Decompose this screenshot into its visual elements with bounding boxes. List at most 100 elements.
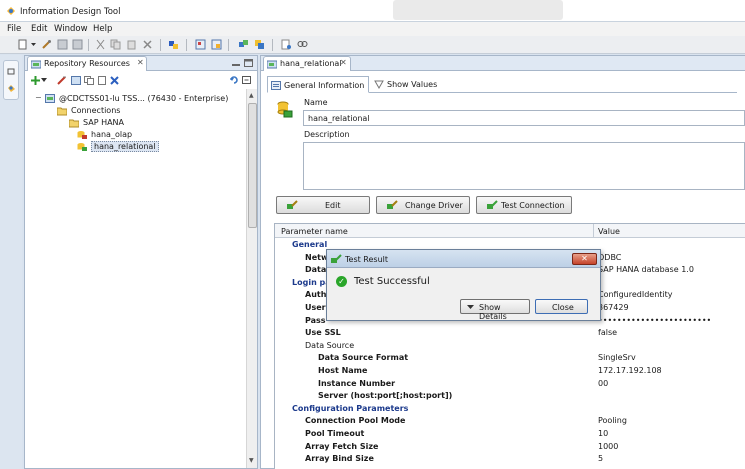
table-row[interactable]: Instance Number 00 (275, 378, 745, 390)
tab-repository-resources[interactable]: Repository Resources ✕ (27, 56, 147, 71)
repository-toolbar (25, 72, 257, 89)
refresh-icon[interactable] (229, 75, 239, 85)
publish-icon[interactable] (254, 39, 265, 50)
scroll-up-icon[interactable]: ▲ (249, 92, 254, 99)
parameter-value: SAP HANA database 1.0 (598, 265, 694, 275)
close-icon[interactable]: ✕ (340, 58, 347, 67)
folder-icon (69, 119, 79, 128)
tree-expander-icon[interactable]: − (35, 93, 42, 102)
table-row[interactable]: Data Source Format SingleSrv (275, 352, 745, 364)
test-connection-button[interactable]: Test Connection (476, 196, 572, 214)
parameter-name: Array Fetch Size (305, 441, 379, 451)
table-row[interactable]: Configuration Parameters (275, 403, 745, 415)
olap-connection-icon (77, 131, 87, 139)
paste-icon[interactable] (97, 76, 107, 85)
query-icon[interactable] (238, 39, 249, 50)
relational-connection-icon (277, 101, 293, 118)
search-icon[interactable] (297, 39, 308, 50)
repository-scrollbar[interactable]: ▲ ▼ (246, 89, 257, 468)
new-folder-icon[interactable] (71, 76, 81, 85)
cut-icon[interactable] (95, 39, 106, 50)
data-foundation-icon[interactable] (195, 39, 206, 50)
parameter-value: SingleSrv (598, 353, 636, 363)
column-parameter-name: Parameter name (281, 227, 348, 236)
copy-icon[interactable] (84, 76, 94, 85)
close-icon[interactable]: ✕ (137, 58, 144, 67)
delete-icon[interactable] (110, 76, 119, 85)
table-row[interactable]: Use SSL false (275, 327, 745, 339)
parameter-name: Configuration Parameters (292, 403, 409, 413)
table-row[interactable]: Pool Timeout 10 (275, 428, 745, 440)
connection-wizard-icon[interactable] (168, 39, 179, 50)
name-value: hana_relational (308, 114, 370, 123)
redacted-area (393, 0, 563, 20)
tab-show-values[interactable]: Show Values (371, 76, 443, 93)
edit-icon[interactable] (57, 76, 67, 85)
copy-icon[interactable] (110, 39, 121, 50)
parameter-name: User (305, 303, 326, 312)
description-label: Description (304, 130, 350, 139)
tree-item-label: hana_relational (91, 141, 159, 152)
show-values-label: Show Values (387, 80, 438, 89)
change-driver-button[interactable]: Change Driver (376, 196, 470, 214)
business-layer-icon[interactable] (211, 39, 222, 50)
trim-toolbar (3, 60, 19, 100)
parameter-value: 1000 (598, 441, 619, 451)
paste-icon[interactable] (126, 39, 137, 50)
edit-connection-icon (287, 200, 298, 209)
menu-edit[interactable]: Edit (31, 24, 47, 34)
collapse-all-icon[interactable] (242, 76, 253, 85)
parameter-name: Login pa (292, 277, 331, 287)
new-icon[interactable] (17, 39, 28, 50)
save-icon[interactable] (57, 39, 68, 50)
menu-help[interactable]: Help (93, 24, 112, 34)
close-button[interactable]: Close (535, 299, 588, 314)
table-row[interactable]: Data Source (275, 340, 745, 352)
perspective-icon[interactable] (6, 83, 17, 94)
table-row[interactable]: Array Fetch Size 1000 (275, 441, 745, 453)
general-information-label: General Information (284, 81, 365, 90)
parameter-name: Data (305, 265, 327, 275)
main-toolbar (0, 36, 745, 54)
maximize-icon[interactable] (244, 59, 253, 67)
name-field[interactable]: hana_relational (303, 110, 745, 126)
repository-tree: − @CDCTSS01-lu TSS... (76430 - Enterprise… (25, 89, 246, 468)
parameter-value: ODBC (598, 252, 622, 262)
server-icon (45, 94, 55, 103)
add-icon[interactable] (31, 76, 40, 85)
restore-icon[interactable] (7, 67, 16, 76)
chevron-down-icon[interactable] (41, 78, 47, 83)
show-details-label: Show Details (479, 303, 507, 321)
parameter-value: false (598, 328, 618, 338)
close-button-label: Close (552, 303, 574, 312)
tab-hana-relational[interactable]: hana_relational ✕ (263, 56, 351, 71)
new-dropdown-icon[interactable] (30, 39, 37, 50)
parameter-name: Connection Pool Mode (305, 416, 406, 426)
scroll-down-icon[interactable]: ▼ (249, 457, 254, 464)
table-row[interactable]: Array Bind Size 5 (275, 453, 745, 465)
table-row[interactable]: Connection Pool Mode Pooling (275, 415, 745, 427)
parameter-name: Pass (305, 315, 326, 325)
parameter-name: Server (host:port[;host:port]) (318, 391, 453, 401)
edit-button[interactable]: Edit (276, 196, 370, 214)
tab-general-information[interactable]: General Information (267, 76, 369, 93)
check-integrity-icon[interactable] (281, 39, 292, 50)
delete-icon[interactable] (142, 39, 153, 50)
parameter-value: 10 (598, 429, 609, 438)
menu-file[interactable]: File (7, 24, 21, 34)
menu-bar: File Edit Window Help (0, 22, 745, 36)
minimize-icon[interactable] (232, 60, 240, 67)
description-field[interactable] (303, 142, 745, 190)
table-row[interactable]: Host Name 172.17.192.108 (275, 365, 745, 377)
show-details-button[interactable]: Show Details (460, 299, 530, 321)
repository-tab-bar: Repository Resources ✕ (25, 56, 257, 71)
open-icon[interactable] (41, 39, 52, 50)
repository-icon (31, 60, 41, 69)
dialog-message: Test Successful (354, 276, 430, 287)
table-row[interactable]: Server (host:port[;host:port]) (275, 390, 745, 402)
parameter-name: Instance Number (318, 378, 396, 388)
menu-window[interactable]: Window (54, 24, 88, 34)
save-all-icon[interactable] (72, 39, 83, 50)
dialog-close-button[interactable]: ✕ (572, 253, 597, 265)
scrollbar-thumb[interactable] (248, 103, 257, 228)
